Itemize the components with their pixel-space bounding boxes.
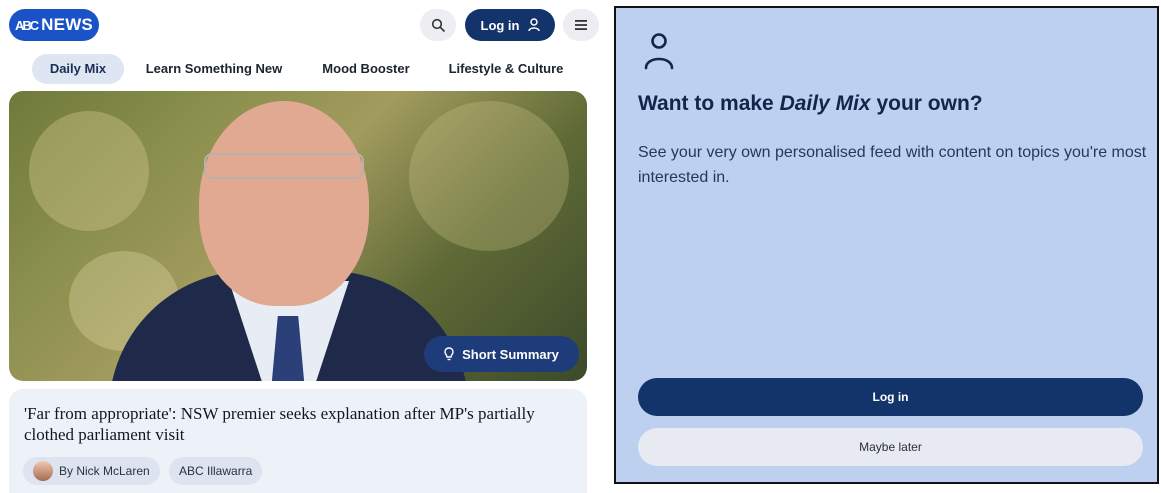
logo-text: NEWS	[41, 15, 93, 34]
user-icon	[527, 18, 540, 32]
person-icon	[644, 33, 674, 70]
login-button[interactable]: Log in	[465, 9, 555, 41]
dialog-body: See your very own personalised feed with…	[638, 144, 1147, 186]
photo-head	[199, 101, 369, 306]
article-card[interactable]: 'Far from appropriate': NSW premier seek…	[9, 389, 587, 493]
topic-tabs: Daily Mix Learn Something New Mood Boost…	[0, 54, 600, 84]
menu-icon	[575, 20, 587, 30]
short-summary-label: Short Summary	[462, 346, 559, 362]
abc-logo-mark: ABC	[15, 17, 39, 33]
tab-mood-booster[interactable]: Mood Booster	[314, 54, 418, 84]
abc-news-logo[interactable]: ABC NEWS	[9, 9, 99, 41]
background-bokeh	[29, 111, 149, 231]
dialog-login-button[interactable]: Log in	[638, 378, 1143, 416]
photo-glasses	[204, 153, 364, 179]
article-headline[interactable]: 'Far from appropriate': NSW premier seek…	[24, 403, 564, 445]
dialog-title-emphasis: Daily Mix	[779, 92, 871, 115]
dialog-title-suffix: your own?	[870, 92, 983, 115]
search-button[interactable]	[420, 9, 456, 41]
background-bokeh	[409, 101, 569, 251]
tab-daily-mix[interactable]: Daily Mix	[32, 54, 124, 84]
source-pill[interactable]: ABC Illawarra	[169, 457, 263, 485]
maybe-later-button[interactable]: Maybe later	[638, 428, 1143, 466]
author-name: By Nick McLaren	[59, 464, 150, 478]
dialog-title-prefix: Want to make	[638, 92, 780, 115]
tab-lifestyle-culture[interactable]: Lifestyle & Culture	[442, 54, 570, 84]
tab-learn-something-new[interactable]: Learn Something New	[140, 54, 288, 84]
lightbulb-icon	[444, 347, 454, 361]
personalise-dialog: Want to make Daily Mix your own? See you…	[614, 6, 1159, 484]
source-name: ABC Illawarra	[179, 464, 253, 478]
dialog-title: Want to make Daily Mix your own?	[638, 92, 983, 116]
menu-button[interactable]	[563, 9, 599, 41]
author-pill[interactable]: By Nick McLaren	[23, 457, 160, 485]
login-label: Log in	[480, 17, 520, 33]
author-avatar	[33, 461, 53, 481]
news-feed-panel: ABC NEWS Log in Daily Mix Learn Somethin…	[0, 0, 600, 493]
search-icon	[431, 18, 445, 32]
short-summary-button[interactable]: Short Summary	[424, 336, 579, 372]
